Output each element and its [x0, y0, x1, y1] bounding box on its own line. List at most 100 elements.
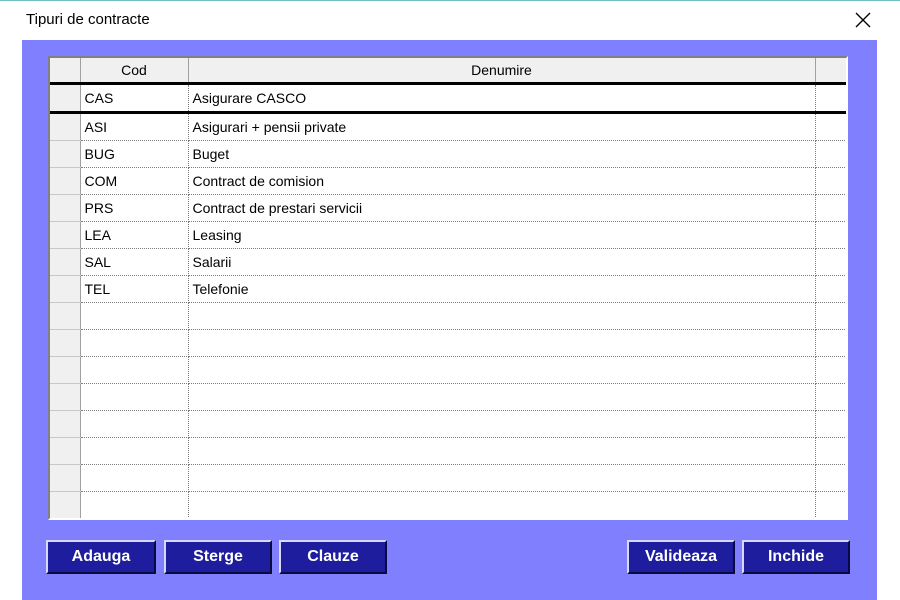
cell-denumire[interactable]: Buget	[188, 140, 816, 168]
cell-cod[interactable]: SAL	[80, 248, 189, 276]
row-indicator[interactable]	[50, 302, 81, 330]
cell-cod[interactable]	[80, 437, 189, 465]
cell-denumire[interactable]: Telefonie	[188, 275, 816, 303]
cell-cod[interactable]	[80, 356, 189, 384]
cell-cod[interactable]	[80, 464, 189, 492]
cell-tail	[815, 302, 846, 330]
row-indicator[interactable]	[50, 248, 81, 276]
cell-cod[interactable]: BUG	[80, 140, 189, 168]
close-button[interactable]	[850, 7, 876, 33]
cell-tail	[815, 356, 846, 384]
row-indicator[interactable]	[50, 140, 81, 168]
cell-cod[interactable]: COM	[80, 167, 189, 195]
table-row[interactable]: CAS Asigurare CASCO	[50, 82, 846, 114]
row-indicator[interactable]	[50, 519, 80, 521]
table-row[interactable]: ASI Asigurari + pensii private	[50, 112, 846, 141]
cell-cod[interactable]: TEL	[80, 275, 189, 303]
cell-cod[interactable]: PRS	[80, 194, 189, 222]
row-indicator[interactable]	[50, 437, 81, 465]
table-row[interactable]: SAL Salarii	[50, 248, 846, 276]
dialog-client-area: Cod Denumire CAS Asigurare CASCO ASI Asi…	[22, 40, 877, 600]
cell-denumire[interactable]	[188, 464, 816, 492]
header-spacer	[815, 58, 846, 84]
header-cod[interactable]: Cod	[80, 58, 189, 84]
cell-denumire[interactable]	[188, 491, 816, 518]
cell-cod[interactable]: ASI	[80, 112, 189, 141]
row-indicator[interactable]	[50, 194, 81, 222]
cell-denumire[interactable]	[188, 302, 816, 330]
row-indicator[interactable]	[50, 356, 81, 384]
cell-denumire[interactable]	[188, 519, 815, 521]
cell-tail	[815, 82, 846, 114]
empty-row[interactable]	[50, 464, 846, 492]
row-indicator[interactable]	[50, 464, 81, 492]
empty-row[interactable]	[50, 356, 846, 384]
inchide-button[interactable]: Inchide	[742, 540, 850, 574]
cell-denumire[interactable]: Asigurari + pensii private	[188, 112, 816, 141]
cell-cod[interactable]	[80, 383, 189, 411]
cell-denumire[interactable]: Leasing	[188, 221, 816, 249]
cell-cod[interactable]: CAS	[80, 82, 189, 114]
cell-tail	[815, 410, 846, 438]
cell-tail	[815, 464, 846, 492]
cell-cod[interactable]	[80, 491, 189, 518]
cell-cod[interactable]	[80, 329, 189, 357]
adauga-button[interactable]: Adauga	[46, 540, 156, 574]
cell-tail	[815, 383, 846, 411]
empty-row[interactable]	[50, 302, 846, 330]
cell-denumire[interactable]	[188, 410, 816, 438]
empty-row[interactable]	[50, 437, 846, 465]
cell-tail	[815, 491, 846, 518]
row-indicator[interactable]	[50, 383, 81, 411]
header-denumire[interactable]: Denumire	[188, 58, 816, 84]
cell-denumire[interactable]	[188, 383, 816, 411]
cell-tail	[815, 194, 846, 222]
clauze-button[interactable]: Clauze	[279, 540, 387, 574]
valideaza-button[interactable]: Valideaza	[627, 540, 735, 574]
grid-header-row: Cod Denumire	[50, 58, 846, 84]
cell-cod[interactable]	[80, 410, 189, 438]
table-row[interactable]: LEA Leasing	[50, 221, 846, 249]
header-indicator	[50, 58, 81, 84]
cell-denumire[interactable]: Asigurare CASCO	[188, 82, 816, 114]
table-row[interactable]: COM Contract de comision	[50, 167, 846, 195]
row-indicator[interactable]	[50, 329, 81, 357]
table-row[interactable]: BUG Buget	[50, 140, 846, 168]
empty-row[interactable]	[50, 410, 846, 438]
dialog-window: Tipuri de contracte Cod Denumire CAS Asi…	[0, 0, 900, 600]
row-indicator[interactable]	[50, 112, 81, 141]
cell-cod[interactable]	[80, 519, 188, 521]
row-indicator[interactable]	[50, 221, 81, 249]
cell-denumire[interactable]: Contract de prestari servicii	[188, 194, 816, 222]
cell-tail	[815, 275, 846, 303]
cell-tail	[815, 140, 846, 168]
window-title: Tipuri de contracte	[26, 11, 150, 28]
cell-tail	[815, 167, 846, 195]
empty-row[interactable]	[50, 383, 846, 411]
cell-cod[interactable]	[80, 302, 189, 330]
sterge-button[interactable]: Sterge	[164, 540, 272, 574]
contract-types-grid[interactable]: Cod Denumire CAS Asigurare CASCO ASI Asi…	[48, 56, 848, 520]
cell-tail	[815, 112, 846, 141]
row-indicator[interactable]	[50, 491, 81, 518]
empty-row[interactable]	[50, 519, 846, 521]
table-row[interactable]: TEL Telefonie	[50, 275, 846, 303]
empty-row[interactable]	[50, 329, 846, 357]
cell-denumire[interactable]	[188, 356, 816, 384]
row-indicator[interactable]	[50, 82, 81, 114]
cell-tail	[815, 437, 846, 465]
row-indicator[interactable]	[50, 167, 81, 195]
cell-cod[interactable]: LEA	[80, 221, 189, 249]
row-indicator[interactable]	[50, 275, 81, 303]
cell-denumire[interactable]: Salarii	[188, 248, 816, 276]
row-indicator[interactable]	[50, 410, 81, 438]
table-row[interactable]: PRS Contract de prestari servicii	[50, 194, 846, 222]
empty-row[interactable]	[50, 491, 846, 518]
cell-tail	[815, 248, 846, 276]
cell-denumire[interactable]	[188, 437, 816, 465]
grid-table: Cod Denumire CAS Asigurare CASCO ASI Asi…	[50, 58, 846, 521]
cell-denumire[interactable]	[188, 329, 816, 357]
cell-denumire[interactable]: Contract de comision	[188, 167, 816, 195]
title-bar: Tipuri de contracte	[0, 0, 900, 40]
cell-tail	[815, 329, 846, 357]
